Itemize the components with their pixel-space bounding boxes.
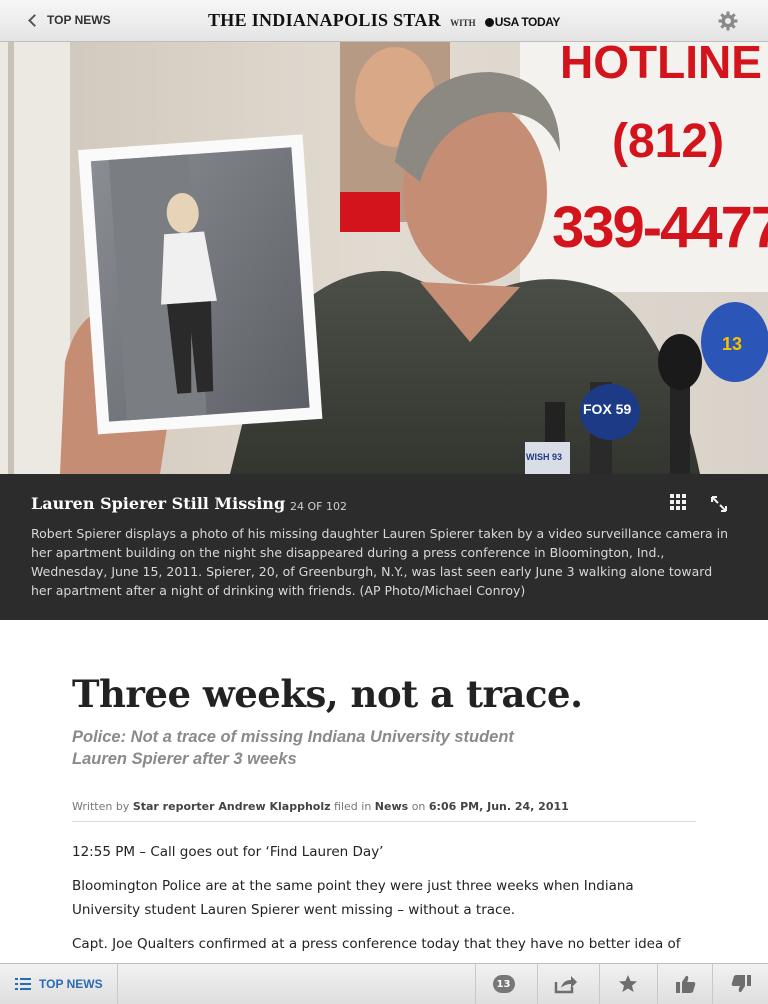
dislike-button[interactable] xyxy=(712,964,768,1004)
caption-text: Robert Spierer displays a photo of his m… xyxy=(31,526,729,598)
thumbs-down-icon xyxy=(731,975,751,993)
photo-scene: HOTLINE (812) 339-4477 FOX 59 13 WISH 93 xyxy=(0,42,768,474)
article-paragraph: 12:55 PM – Call goes out for ‘Find Laure… xyxy=(72,844,384,860)
top-news-label: TOP NEWS xyxy=(39,977,103,991)
byline: Written by Star reporter Andrew Klapphol… xyxy=(72,800,696,822)
comment-count: 13 xyxy=(496,978,511,990)
usa-today-dot-icon xyxy=(484,18,494,27)
mic-label-wish: WISH 93 xyxy=(526,452,562,462)
sign-hotline-text: HOTLINE xyxy=(560,42,762,88)
grid-view-icon[interactable] xyxy=(670,494,686,510)
bottom-toolbar: TOP NEWS 13 xyxy=(0,963,768,1004)
comment-bubble-icon: 13 xyxy=(492,975,515,993)
paper-name: The Indianapolis Star xyxy=(207,10,441,30)
gallery-title: Lauren Spierer Still Missing xyxy=(31,494,286,513)
mic-label-fox: FOX 59 xyxy=(583,401,631,417)
fullscreen-expand-icon[interactable] xyxy=(710,495,728,513)
list-icon xyxy=(15,978,31,990)
top-news-button[interactable]: TOP NEWS xyxy=(0,964,118,1004)
star-icon xyxy=(618,975,637,992)
article-paragraph: Bloomington Police are at the same point… xyxy=(72,878,634,918)
byline-written-by: Written by xyxy=(72,800,130,813)
comments-button[interactable]: 13 xyxy=(475,964,531,1004)
partner-name: USA TODAY xyxy=(494,15,561,29)
article-paragraph: Capt. Joe Qualters confirmed at a press … xyxy=(72,936,681,952)
thumbs-up-icon xyxy=(675,975,695,993)
byline-on: on xyxy=(411,800,426,813)
gear-icon[interactable] xyxy=(718,11,738,31)
sign-phone-text: 339-4477 xyxy=(552,195,768,260)
share-icon xyxy=(554,976,577,994)
mic-label-13: 13 xyxy=(722,334,742,354)
byline-section[interactable]: News xyxy=(375,800,408,813)
gallery-counter: 24 OF 102 xyxy=(290,500,347,513)
byline-filed-in: filed in xyxy=(334,800,372,813)
article: Three weeks, not a trace. Police: Not a … xyxy=(72,672,696,956)
photo-caption-panel: Lauren Spierer Still Missing 24 OF 102 R… xyxy=(0,474,768,620)
top-bar: TOP NEWS The Indianapolis Star WITH USA … xyxy=(0,0,768,42)
article-body: 12:55 PM – Call goes out for ‘Find Laure… xyxy=(72,840,696,956)
byline-datetime: 6:06 PM, Jun. 24, 2011 xyxy=(428,800,569,813)
sign-area-code-text: (812) xyxy=(612,115,724,168)
masthead-logo: The Indianapolis Star WITH USA TODAY xyxy=(0,10,768,31)
with-label: WITH xyxy=(450,18,476,28)
favorite-button[interactable] xyxy=(599,964,655,1004)
article-subhead: Police: Not a trace of missing Indiana U… xyxy=(72,728,514,768)
gallery-photo[interactable]: HOTLINE (812) 339-4477 FOX 59 13 WISH 93 xyxy=(0,42,768,474)
like-button[interactable] xyxy=(657,964,713,1004)
byline-author[interactable]: Star reporter Andrew Klappholz xyxy=(133,800,331,813)
article-headline: Three weeks, not a trace. xyxy=(72,672,583,716)
share-button[interactable] xyxy=(537,964,593,1004)
